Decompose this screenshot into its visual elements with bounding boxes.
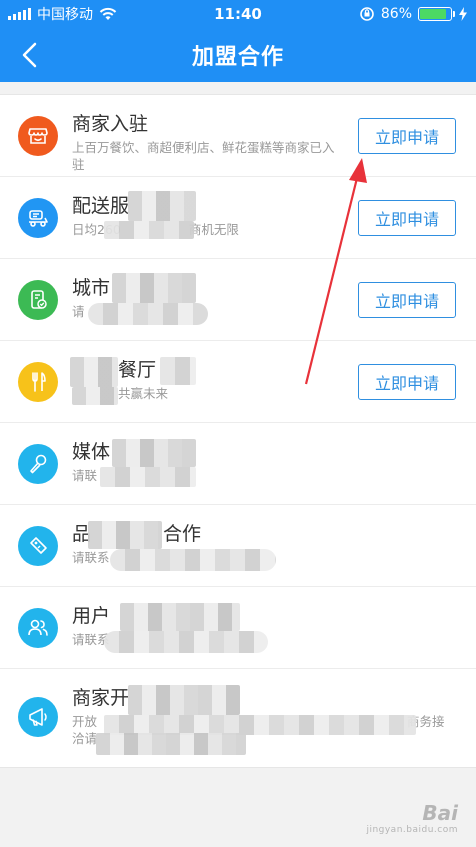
row-title: 商家开 xyxy=(72,687,130,709)
microphone-icon xyxy=(30,454,47,474)
row-desc-line2: 洽请 xyxy=(72,731,98,746)
cooperation-list: 商家入驻 上百万餐饮、商超便利店、鲜花蛋糕等商家已入驻 立即申请 配送服 日均2… xyxy=(0,94,476,768)
watermark-subtext: jingyan.baidu.com xyxy=(366,825,458,835)
list-item-user[interactable]: 用户 请联系 xyxy=(0,587,476,669)
row-title: 品 合作 xyxy=(72,521,456,547)
row-icon-bg xyxy=(18,198,58,238)
list-item-media[interactable]: 媒体 请联 xyxy=(0,423,476,505)
row-icon-bg xyxy=(18,608,58,648)
list-item-merchant-open[interactable]: 商家开 开放 商务接 洽请 xyxy=(0,669,476,767)
row-title: 配送服 xyxy=(72,195,130,217)
megaphone-icon xyxy=(29,708,47,726)
list-item-restaurant[interactable]: 餐厅 共赢未来 立即申请 xyxy=(0,341,476,423)
row-desc: 请联 xyxy=(72,468,98,483)
status-left: 中国移动 xyxy=(8,4,117,24)
list-item-brand-cooperation[interactable]: 品 合作 请联系 xyxy=(0,505,476,587)
orientation-lock-icon xyxy=(360,7,374,21)
battery-level xyxy=(420,9,446,19)
row-desc: 请 xyxy=(72,304,85,319)
row-title: 媒体 xyxy=(72,441,111,463)
row-desc: 请联系 xyxy=(72,632,110,647)
store-icon xyxy=(28,128,48,144)
list-item-merchant-entry[interactable]: 商家入驻 上百万餐饮、商超便利店、鲜花蛋糕等商家已入驻 立即申请 xyxy=(0,95,476,177)
charging-icon xyxy=(459,7,467,21)
battery-label: 86% xyxy=(380,6,412,22)
row-desc-end: 商机无限 xyxy=(188,222,239,237)
list-item-city-agent[interactable]: 城市 请 立即申请 xyxy=(0,259,476,341)
row-title-end: 合作 xyxy=(163,523,202,545)
list-item-delivery[interactable]: 配送服 日均260 商机无限 立即申请 xyxy=(0,177,476,259)
chevron-left-icon xyxy=(22,42,37,68)
status-right: 86% xyxy=(359,6,468,22)
row-desc: 共赢未来 xyxy=(118,386,169,401)
apply-button[interactable]: 立即申请 xyxy=(358,282,456,318)
row-icon-bg xyxy=(18,280,58,320)
row-title: 商家入驻 xyxy=(72,113,149,135)
apply-button[interactable]: 立即申请 xyxy=(358,364,456,400)
row-desc-end: 商务接 xyxy=(407,714,445,729)
row-title: 城市 xyxy=(72,277,111,299)
scooter-icon xyxy=(29,210,48,227)
signal-icon xyxy=(8,8,31,20)
apply-button[interactable]: 立即申请 xyxy=(358,200,456,236)
page-title: 加盟合作 xyxy=(191,45,284,70)
row-desc: 请联系 xyxy=(72,550,110,565)
apply-button[interactable]: 立即申请 xyxy=(358,118,456,154)
row-icon-bg xyxy=(18,444,58,484)
row-title-start: 品 xyxy=(72,523,92,545)
row-icon-bg xyxy=(18,697,58,737)
phone-check-icon xyxy=(31,290,47,309)
row-desc: 日均260 商机无限 xyxy=(72,221,346,238)
wifi-icon xyxy=(99,7,117,20)
users-icon xyxy=(28,619,48,636)
row-icon-bg xyxy=(18,526,58,566)
tag-icon xyxy=(30,537,47,554)
carrier-label: 中国移动 xyxy=(37,7,93,23)
fork-knife-icon xyxy=(32,372,46,392)
status-bar: 中国移动 11:40 86% xyxy=(0,0,476,28)
mosaic-blur xyxy=(70,357,118,387)
battery-icon xyxy=(418,7,455,21)
row-title: 餐厅 xyxy=(118,359,157,381)
row-desc-start: 日均260 xyxy=(72,222,121,237)
watermark-text: Bai xyxy=(422,801,458,825)
row-icon-bg xyxy=(18,362,58,402)
row-icon-bg xyxy=(18,116,58,156)
watermark-logo: Bai jingyan.baidu.com xyxy=(366,801,458,835)
row-desc-start: 开放 xyxy=(72,714,98,729)
mosaic-blur xyxy=(72,387,118,405)
row-desc: 开放 商务接 xyxy=(72,713,456,730)
nav-bar: 加盟合作 xyxy=(0,28,476,82)
row-title: 用户 xyxy=(72,605,111,627)
back-button[interactable] xyxy=(14,40,44,70)
row-desc: 上百万餐饮、商超便利店、鲜花蛋糕等商家已入驻 xyxy=(72,140,335,172)
